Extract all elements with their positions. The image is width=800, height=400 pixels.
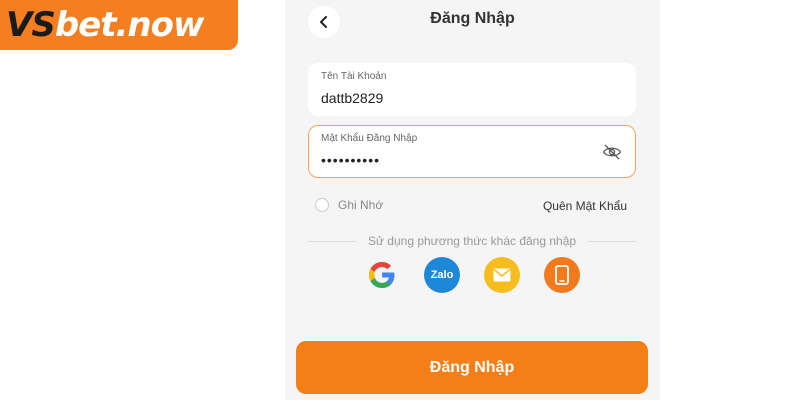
remember-radio[interactable] (315, 198, 329, 212)
logo-rest: bet.now (54, 5, 205, 45)
divider-line-right (588, 240, 636, 242)
eye-off-icon[interactable] (602, 142, 622, 162)
password-input[interactable]: •••••••••• (321, 152, 380, 168)
page-title: Đăng Nhập (430, 10, 515, 27)
zalo-icon: Zalo (430, 269, 454, 281)
password-label: Mật Khẩu Đăng Nhập (321, 133, 418, 144)
alt-login-divider: Sử dụng phương thức khác đăng nhập (308, 234, 636, 248)
login-submit-button[interactable]: Đăng Nhập (296, 341, 648, 394)
alt-login-text: Sử dụng phương thức khác đăng nhập (367, 234, 577, 248)
username-input[interactable]: dattb2829 (321, 90, 383, 106)
social-login-row: Zalo (285, 257, 660, 293)
remember-me-checkbox[interactable]: Ghi Nhớ (315, 198, 383, 212)
username-field[interactable]: Tên Tài Khoản dattb2829 (308, 63, 636, 116)
remember-label: Ghi Nhớ (338, 198, 384, 212)
zalo-login-button[interactable]: Zalo (424, 257, 460, 293)
divider-line-left (308, 240, 356, 242)
password-field[interactable]: Mật Khẩu Đăng Nhập •••••••••• (308, 125, 636, 178)
phone-login-button[interactable] (544, 257, 580, 293)
google-icon (369, 262, 395, 288)
forgot-password-link[interactable]: Quên Mật Khẩu (543, 199, 627, 213)
logo-vs: VS (6, 5, 56, 45)
brand-logo: VS bet.now (0, 0, 238, 50)
google-login-button[interactable] (364, 257, 400, 293)
username-label: Tên Tài Khoản (321, 71, 387, 82)
login-panel: Đăng Nhập Tên Tài Khoản dattb2829 Mật Kh… (285, 0, 660, 400)
mail-icon (493, 268, 511, 282)
email-login-button[interactable] (484, 257, 520, 293)
phone-icon (555, 265, 569, 285)
